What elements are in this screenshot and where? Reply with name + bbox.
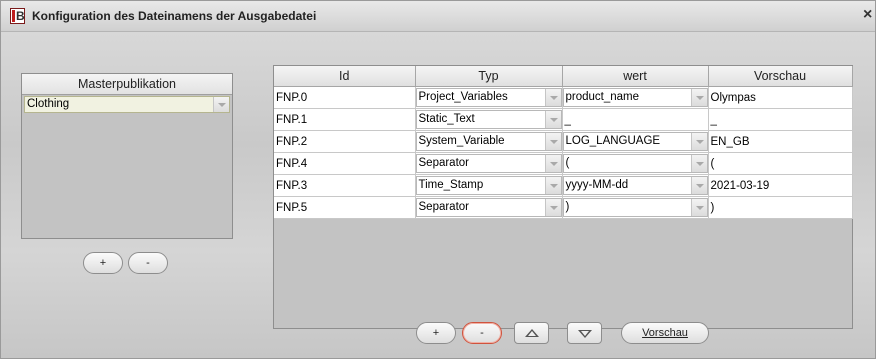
move-down-icon bbox=[578, 330, 592, 338]
master-publication-header: Masterpublikation bbox=[22, 74, 232, 95]
table-row[interactable]: FNP.2 System_Variable LOG_LANGUAGE EN_GB bbox=[274, 130, 853, 153]
wert-select[interactable]: product_name bbox=[562, 88, 708, 107]
row-remove-button[interactable]: - bbox=[462, 322, 502, 344]
typ-select[interactable]: Project_Variables bbox=[415, 88, 562, 107]
typ-value: Separator bbox=[418, 201, 470, 213]
column-header-typ[interactable]: Typ bbox=[415, 66, 563, 87]
move-up-icon bbox=[525, 329, 539, 337]
column-header-wert[interactable]: wert bbox=[562, 66, 709, 87]
cell-id: FNP.1 bbox=[274, 108, 416, 131]
wert-select[interactable]: ) bbox=[562, 198, 708, 217]
typ-select[interactable]: Static_Text bbox=[415, 110, 562, 129]
chevron-down-icon[interactable] bbox=[544, 133, 561, 150]
wert-value: product_name bbox=[565, 91, 640, 103]
column-header-vorschau[interactable]: Vorschau bbox=[708, 66, 853, 87]
typ-select[interactable]: Separator bbox=[415, 198, 562, 217]
master-publication-panel: Masterpublikation Clothing bbox=[21, 73, 233, 239]
table-row[interactable]: FNP.0 Project_Variables product_name Oly… bbox=[274, 86, 853, 109]
cell-vorschau: 2021-03-19 bbox=[708, 174, 853, 197]
chevron-down-icon[interactable] bbox=[544, 177, 561, 194]
wert-select[interactable]: yyyy-MM-dd bbox=[562, 176, 708, 195]
title-bar: B Konfiguration des Dateinamens der Ausg… bbox=[1, 1, 875, 32]
table-row[interactable]: FNP.1 Static_Text _ _ bbox=[274, 108, 853, 131]
typ-select[interactable]: Separator bbox=[415, 154, 562, 173]
preview-button-label: Vorschau bbox=[642, 327, 688, 339]
chevron-down-icon[interactable] bbox=[213, 97, 229, 112]
table-row[interactable]: FNP.4 Separator ( ( bbox=[274, 152, 853, 175]
filename-parts-table: Id Typ wert Vorschau FNP.0 Project_Varia… bbox=[273, 65, 853, 329]
close-icon[interactable]: × bbox=[863, 6, 872, 24]
chevron-down-icon[interactable] bbox=[544, 155, 561, 172]
typ-value: Static_Text bbox=[418, 113, 475, 125]
master-publication-select[interactable]: Clothing bbox=[24, 96, 230, 113]
cell-vorschau: ) bbox=[708, 196, 853, 219]
table-row[interactable]: FNP.5 Separator ) ) bbox=[274, 196, 853, 219]
row-add-button[interactable]: + bbox=[416, 322, 456, 344]
preview-button[interactable]: Vorschau bbox=[621, 322, 709, 344]
wert-value: LOG_LANGUAGE bbox=[565, 135, 661, 147]
wert-value: yyyy-MM-dd bbox=[565, 179, 629, 191]
chevron-down-icon[interactable] bbox=[690, 177, 707, 194]
cell-id: FNP.5 bbox=[274, 196, 416, 219]
typ-value: System_Variable bbox=[418, 135, 505, 147]
chevron-down-icon[interactable] bbox=[544, 89, 561, 106]
chevron-down-icon[interactable] bbox=[690, 199, 707, 216]
chevron-down-icon[interactable] bbox=[690, 155, 707, 172]
wert-select[interactable]: LOG_LANGUAGE bbox=[562, 132, 708, 151]
app-logo-icon: B bbox=[10, 8, 25, 24]
wert-value: ( bbox=[565, 157, 570, 169]
typ-value: Project_Variables bbox=[418, 91, 508, 103]
cell-id: FNP.0 bbox=[274, 86, 416, 109]
chevron-down-icon[interactable] bbox=[544, 111, 561, 128]
typ-select[interactable]: Time_Stamp bbox=[415, 176, 562, 195]
cell-id: FNP.2 bbox=[274, 130, 416, 153]
dialog-title: Konfiguration des Dateinamens der Ausgab… bbox=[32, 9, 317, 23]
wert-text-field[interactable]: _ bbox=[562, 108, 709, 131]
move-down-button[interactable] bbox=[567, 322, 602, 344]
table-row[interactable]: FNP.3 Time_Stamp yyyy-MM-dd 2021-03-19 bbox=[274, 174, 853, 197]
move-up-button[interactable] bbox=[514, 322, 549, 344]
typ-value: Separator bbox=[418, 157, 470, 169]
chevron-down-icon[interactable] bbox=[690, 89, 707, 106]
cell-vorschau: ( bbox=[708, 152, 853, 175]
table-header-row: Id Typ wert Vorschau bbox=[274, 66, 853, 87]
cell-id: FNP.4 bbox=[274, 152, 416, 175]
typ-value: Time_Stamp bbox=[418, 179, 484, 191]
wert-value: ) bbox=[565, 201, 570, 213]
typ-select[interactable]: System_Variable bbox=[415, 132, 562, 151]
master-publication-value: Clothing bbox=[27, 98, 70, 110]
wert-select[interactable]: ( bbox=[562, 154, 708, 173]
cell-vorschau: EN_GB bbox=[708, 130, 853, 153]
config-dialog: B Konfiguration des Dateinamens der Ausg… bbox=[0, 0, 876, 359]
cell-id: FNP.3 bbox=[274, 174, 416, 197]
master-remove-button[interactable]: - bbox=[128, 252, 168, 274]
chevron-down-icon[interactable] bbox=[690, 133, 707, 150]
chevron-down-icon[interactable] bbox=[544, 199, 561, 216]
cell-vorschau: _ bbox=[708, 108, 853, 131]
cell-vorschau: Olympas bbox=[708, 86, 853, 109]
column-header-id[interactable]: Id bbox=[274, 66, 416, 87]
master-add-button[interactable]: + bbox=[83, 252, 123, 274]
